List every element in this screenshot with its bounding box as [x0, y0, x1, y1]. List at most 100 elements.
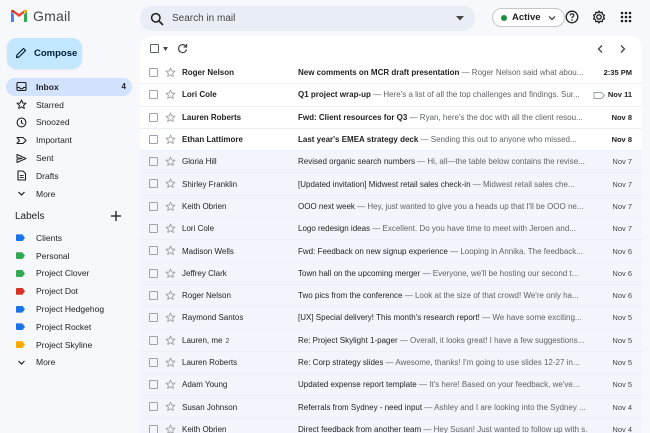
email-row[interactable]: Shirley Franklin [Updated invitation] Mid…: [140, 173, 642, 196]
star-icon[interactable]: [165, 134, 176, 145]
inbox-icon: [16, 81, 27, 92]
email-subject: Two pics from the conference: [298, 291, 403, 301]
star-icon[interactable]: [165, 312, 176, 323]
star-icon[interactable]: [165, 201, 176, 212]
star-icon[interactable]: [165, 379, 176, 390]
row-checkbox[interactable]: [149, 424, 158, 433]
email-sender: Jeffrey Clark: [182, 269, 292, 278]
email-row[interactable]: Roger Nelson Two pics from the conference…: [140, 284, 642, 308]
apps-grid-icon[interactable]: [619, 10, 633, 24]
sidebar-item-sent[interactable]: Sent: [6, 149, 132, 167]
email-row[interactable]: Jeffrey Clark Town hall on the upcoming m…: [140, 262, 642, 285]
label-item[interactable]: Personal: [6, 247, 132, 265]
search-bar[interactable]: [140, 6, 475, 31]
email-row[interactable]: Keith Obrien OOO next week — Hey, just wa…: [140, 195, 642, 219]
add-label-icon[interactable]: [110, 210, 122, 222]
email-row[interactable]: Lauren, me 2 Re: Project Skylight 1-pager …: [140, 329, 642, 352]
mail-list-panel: Roger Nelson New comments on MCR draft pr…: [140, 36, 642, 433]
star-icon[interactable]: [165, 290, 176, 301]
email-row[interactable]: Ethan Lattimore Last year's EMEA strategy…: [140, 128, 642, 152]
row-checkbox[interactable]: [149, 246, 158, 256]
email-preview: Q1 project wrap-up — Here's a list of al…: [298, 90, 588, 99]
help-icon[interactable]: [565, 10, 579, 24]
email-row[interactable]: Gloria Hill Revised organic search number…: [140, 151, 642, 174]
refresh-icon[interactable]: [177, 43, 188, 54]
row-checkbox[interactable]: [149, 335, 158, 345]
select-menu-caret-icon[interactable]: [163, 47, 168, 51]
row-checkbox[interactable]: [149, 380, 158, 390]
label-item[interactable]: Project Rocket: [6, 318, 132, 336]
label-item[interactable]: Project Skyline: [6, 336, 132, 354]
email-subject: Re: Project Skylight 1-pager: [298, 335, 398, 345]
status-label: Active: [512, 12, 541, 23]
row-checkbox[interactable]: [149, 357, 158, 367]
email-row[interactable]: Lori Cole Logo redesign ideas — Excellent…: [140, 218, 642, 241]
email-subject: Updated expense report template: [298, 380, 417, 390]
row-checkbox[interactable]: [149, 179, 158, 189]
row-checkbox[interactable]: [149, 134, 158, 144]
star-icon[interactable]: [165, 245, 176, 256]
sidebar-item-starred[interactable]: Starred: [6, 96, 132, 114]
star-icon[interactable]: [165, 357, 176, 368]
sidebar-item-drafts[interactable]: Drafts: [6, 167, 132, 185]
sidebar-item-snoozed[interactable]: Snoozed: [6, 114, 132, 132]
label-item[interactable]: Project Dot: [6, 282, 132, 300]
email-sender: Ethan Lattimore: [182, 135, 292, 144]
row-checkbox[interactable]: [149, 68, 158, 77]
label-tag-icon: [593, 92, 605, 100]
row-checkbox[interactable]: [149, 290, 158, 300]
gmail-logo[interactable]: Gmail: [10, 8, 71, 24]
email-sender: Lauren Roberts: [182, 358, 292, 367]
label-tag-icon: [16, 341, 25, 349]
star-icon[interactable]: [165, 424, 176, 433]
search-icon[interactable]: [150, 12, 164, 26]
settings-gear-icon[interactable]: [592, 10, 606, 24]
row-checkbox[interactable]: [149, 402, 158, 412]
row-checkbox[interactable]: [149, 313, 158, 323]
search-options-icon[interactable]: [455, 13, 465, 23]
email-row[interactable]: Keith Obrien Direct feedback from another…: [140, 418, 642, 433]
newer-page-icon[interactable]: [596, 44, 605, 54]
email-row[interactable]: Roger Nelson New comments on MCR draft pr…: [140, 62, 642, 85]
star-icon: [16, 99, 27, 110]
row-checkbox[interactable]: [149, 268, 158, 278]
star-icon[interactable]: [165, 67, 176, 78]
email-snippet: — Looping in Annika. The feedback...: [447, 246, 583, 256]
label-item[interactable]: Clients: [6, 229, 132, 247]
email-preview: Re: Project Skylight 1-pager — Overall, …: [298, 336, 588, 345]
star-icon[interactable]: [165, 401, 176, 412]
email-row[interactable]: Adam Young Updated expense report templat…: [140, 374, 642, 397]
row-checkbox[interactable]: [149, 157, 158, 167]
row-checkbox[interactable]: [149, 112, 158, 122]
label-item[interactable]: Project Hedgehog: [6, 300, 132, 318]
email-row[interactable]: Lori Cole Q1 project wrap-up — Here's a l…: [140, 84, 642, 107]
search-input[interactable]: [172, 13, 442, 24]
row-checkbox[interactable]: [149, 201, 158, 211]
star-icon[interactable]: [165, 89, 176, 100]
sidebar-item-more[interactable]: More: [6, 185, 132, 203]
star-icon[interactable]: [165, 178, 176, 189]
sidebar-item-important[interactable]: Important: [6, 131, 132, 149]
status-selector[interactable]: Active: [492, 8, 565, 27]
labels-heading: Labels: [15, 211, 45, 222]
email-snippet: — It's here! Based on your feedback, we'…: [416, 380, 580, 390]
email-row[interactable]: Lauren Roberts Re: Corp strategy slides —…: [140, 351, 642, 375]
select-all-checkbox[interactable]: [150, 44, 159, 53]
star-icon[interactable]: [165, 112, 176, 123]
star-icon[interactable]: [165, 268, 176, 279]
star-icon[interactable]: [165, 335, 176, 346]
email-preview: [UX] Special delivery! This month's rese…: [298, 313, 588, 322]
compose-button[interactable]: Compose: [7, 38, 82, 69]
label-item[interactable]: Project Clover: [6, 265, 132, 283]
row-checkbox[interactable]: [149, 224, 158, 234]
row-checkbox[interactable]: [149, 90, 158, 100]
star-icon[interactable]: [165, 223, 176, 234]
star-icon[interactable]: [165, 156, 176, 167]
email-row[interactable]: Raymond Santos [UX] Special delivery! Thi…: [140, 307, 642, 330]
labels-more[interactable]: More: [6, 354, 132, 372]
email-row[interactable]: Lauren Roberts Fwd: Client resources for …: [140, 106, 642, 129]
email-row[interactable]: Madison Wells Fwd: Feedback on new signup…: [140, 240, 642, 263]
email-row[interactable]: Susan Johnson Referrals from Sydney - nee…: [140, 396, 642, 419]
older-page-icon[interactable]: [618, 44, 627, 54]
sidebar-item-inbox[interactable]: Inbox 4: [6, 78, 132, 96]
